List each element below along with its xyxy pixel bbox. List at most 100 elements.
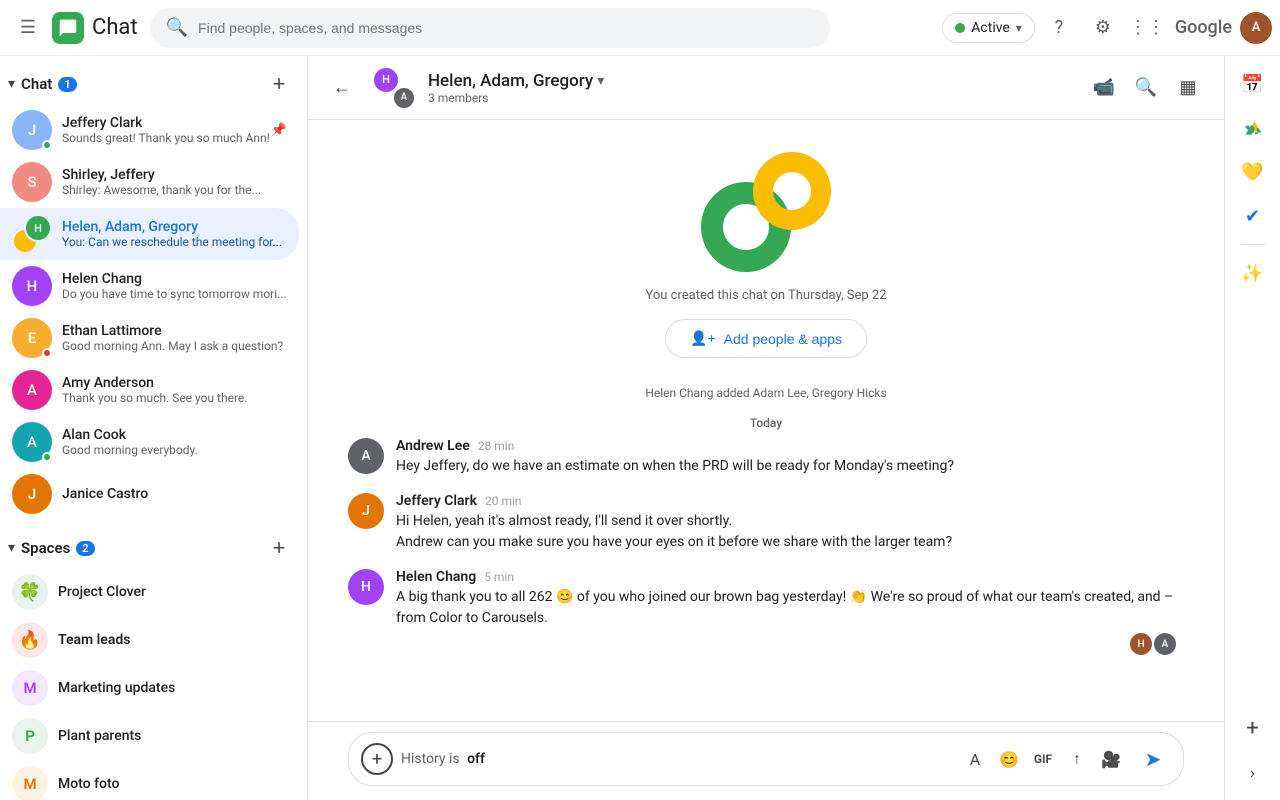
chat-preview: Sounds great! Thank you so much Ann! bbox=[62, 131, 271, 145]
msg-avatar: A bbox=[348, 438, 384, 474]
spaces-section-label: Spaces bbox=[21, 539, 70, 557]
online-status-dot bbox=[955, 23, 965, 33]
help-icon[interactable]: ? bbox=[1039, 8, 1079, 48]
video-message-icon[interactable]: 🎥 bbox=[1095, 743, 1127, 775]
input-actions: A 😊 GIF ↑ 🎥 bbox=[959, 743, 1127, 775]
emoji-icon[interactable]: 😊 bbox=[993, 743, 1025, 775]
chat-name: Helen, Adam, Gregory bbox=[62, 219, 287, 235]
chat-input-box[interactable]: + History is off A 😊 GIF ↑ 🎥 ➤ bbox=[348, 732, 1184, 786]
message-input-placeholder[interactable]: History is off bbox=[401, 751, 951, 767]
pin-icon: 📌 bbox=[271, 123, 287, 138]
chat-name: Janice Castro bbox=[62, 486, 287, 502]
chat-preview: Good morning everybody. bbox=[62, 443, 287, 457]
chat-chevron-icon: ▾ bbox=[8, 76, 15, 92]
avatar: A bbox=[12, 370, 52, 410]
chat-item-helen-adam-gregory[interactable]: H Helen, Adam, Gregory You: Can we resch… bbox=[0, 208, 299, 260]
chat-preview: Good morning Ann. May I ask a question? bbox=[62, 339, 287, 353]
calendar-icon[interactable]: 📅 bbox=[1233, 64, 1273, 104]
chat-name: Shirley, Jeffery bbox=[62, 167, 287, 183]
msg-timestamp: 5 min bbox=[484, 570, 514, 584]
status-label: Active bbox=[971, 20, 1010, 36]
video-call-icon[interactable]: 📹 bbox=[1084, 68, 1124, 108]
add-chat-button[interactable]: + bbox=[263, 68, 295, 100]
settings-icon[interactable]: ⚙ bbox=[1083, 8, 1123, 48]
upload-icon[interactable]: ↑ bbox=[1061, 743, 1093, 775]
today-divider: Today bbox=[348, 404, 1184, 438]
msg-text: Hi Helen, yeah it's almost ready, I'll s… bbox=[396, 511, 952, 553]
space-icon: M bbox=[12, 670, 48, 706]
search-icon: 🔍 bbox=[166, 17, 188, 38]
chat-item-shirley[interactable]: S Shirley, Jeffery Shirley: Awesome, tha… bbox=[0, 156, 299, 208]
space-item-project-clover[interactable]: 🍀 Project Clover bbox=[0, 568, 299, 616]
chat-section-header[interactable]: ▾ Chat 1 + bbox=[0, 56, 307, 104]
chat-members-count: 3 members bbox=[428, 91, 1072, 105]
search-input[interactable] bbox=[198, 20, 814, 36]
chat-header-actions: 📹 🔍 ▦ bbox=[1084, 68, 1208, 108]
chat-item-janice[interactable]: J Janice Castro bbox=[0, 468, 299, 520]
chat-item-jeffery[interactable]: J Jeffery Clark Sounds great! Thank you … bbox=[0, 104, 299, 156]
giphy-icon[interactable]: GIF bbox=[1027, 743, 1059, 775]
message-group-andrew: A Andrew Lee 28 min Hey Jeffery, do we h… bbox=[348, 438, 1184, 477]
space-name: Marketing updates bbox=[58, 680, 175, 696]
spaces-section-header[interactable]: ▾ Spaces 2 + bbox=[0, 520, 307, 568]
chat-input-area: + History is off A 😊 GIF ↑ 🎥 ➤ bbox=[308, 721, 1224, 800]
history-label: History is bbox=[401, 751, 460, 767]
chat-preview: Thank you so much. See you there. bbox=[62, 391, 287, 405]
right-panel-add-button[interactable]: + bbox=[1233, 708, 1273, 748]
menu-icon[interactable]: ☰ bbox=[8, 8, 48, 48]
search-chat-icon[interactable]: 🔍 bbox=[1126, 68, 1166, 108]
right-panel-collapse-button[interactable]: › bbox=[1233, 752, 1273, 792]
chat-section-label: Chat bbox=[21, 75, 52, 93]
add-people-button[interactable]: 👤+ Add people & apps bbox=[665, 319, 867, 358]
back-button[interactable]: ← bbox=[324, 70, 360, 106]
format-text-icon[interactable]: A bbox=[959, 743, 991, 775]
right-panel-ai-icon[interactable]: ✨ bbox=[1233, 253, 1273, 293]
chat-list: J Jeffery Clark Sounds great! Thank you … bbox=[0, 104, 307, 800]
right-panel-tasks-icon[interactable]: ✔ bbox=[1233, 196, 1273, 236]
chat-name: Ethan Lattimore bbox=[62, 323, 287, 339]
space-item-plant-parents[interactable]: P Plant parents bbox=[0, 712, 299, 760]
add-attachment-button[interactable]: + bbox=[361, 743, 393, 775]
chat-sidebar: ▾ Chat 1 + J Jeffery Clark Sounds great!… bbox=[0, 56, 308, 800]
right-panel-keep-icon[interactable]: 💛 bbox=[1233, 152, 1273, 192]
space-item-marketing[interactable]: M Marketing updates bbox=[0, 664, 299, 712]
msg-content: Helen Chang 5 min A big thank you to all… bbox=[396, 569, 1184, 655]
chat-body: You created this chat on Thursday, Sep 2… bbox=[308, 120, 1224, 721]
chat-item-helen-chang[interactable]: H Helen Chang Do you have time to sync t… bbox=[0, 260, 299, 312]
chat-header: ← H A Helen, Adam, Gregory ▾ 3 members 📹… bbox=[308, 56, 1224, 120]
right-panel-divider bbox=[1241, 244, 1265, 245]
chat-item-amy[interactable]: A Amy Anderson Thank you so much. See yo… bbox=[0, 364, 299, 416]
spaces-chevron-icon: ▾ bbox=[8, 540, 15, 556]
status-button[interactable]: Active ▾ bbox=[942, 13, 1035, 43]
chat-badge: 1 bbox=[58, 77, 76, 92]
main-chat-area: ← H A Helen, Adam, Gregory ▾ 3 members 📹… bbox=[308, 56, 1224, 800]
spaces-badge: 2 bbox=[76, 541, 94, 556]
add-space-button[interactable]: + bbox=[263, 532, 295, 564]
chat-name: Helen Chang bbox=[62, 271, 287, 287]
chat-name: Jeffery Clark bbox=[62, 115, 271, 131]
msg-timestamp: 20 min bbox=[485, 494, 522, 508]
space-icon: 🍀 bbox=[12, 574, 48, 610]
user-avatar[interactable]: A bbox=[1240, 12, 1272, 44]
chat-preview: Do you have time to sync tomorrow mori..… bbox=[62, 287, 287, 301]
space-item-team-leads[interactable]: 🔥 Team leads bbox=[0, 616, 299, 664]
space-name: Plant parents bbox=[58, 728, 141, 744]
chat-header-name[interactable]: Helen, Adam, Gregory ▾ bbox=[428, 71, 1072, 91]
chat-created-text: You created this chat on Thursday, Sep 2… bbox=[645, 288, 886, 303]
right-panel-drive-icon[interactable] bbox=[1233, 108, 1273, 148]
chat-item-alan[interactable]: A Alan Cook Good morning everybody. bbox=[0, 416, 299, 468]
dropdown-chevron-icon: ▾ bbox=[597, 73, 604, 89]
space-item-moto-foto[interactable]: M Moto foto bbox=[0, 760, 299, 800]
sidebar-toggle-icon[interactable]: ▦ bbox=[1168, 68, 1208, 108]
chat-item-ethan[interactable]: E Ethan Lattimore Good morning Ann. May … bbox=[0, 312, 299, 364]
apps-icon[interactable]: ⋮⋮ bbox=[1127, 8, 1167, 48]
space-icon: M bbox=[12, 766, 48, 800]
online-indicator bbox=[42, 452, 52, 462]
msg-sender-name: Andrew Lee bbox=[396, 438, 470, 454]
space-name: Moto foto bbox=[58, 776, 119, 792]
chat-preview: Shirley: Awesome, thank you for the... bbox=[62, 183, 287, 197]
msg-text: A big thank you to all 262 😊 of you who … bbox=[396, 587, 1184, 629]
chat-intro: You created this chat on Thursday, Sep 2… bbox=[348, 136, 1184, 382]
send-button[interactable]: ➤ bbox=[1135, 741, 1171, 777]
search-bar[interactable]: 🔍 bbox=[150, 8, 830, 48]
